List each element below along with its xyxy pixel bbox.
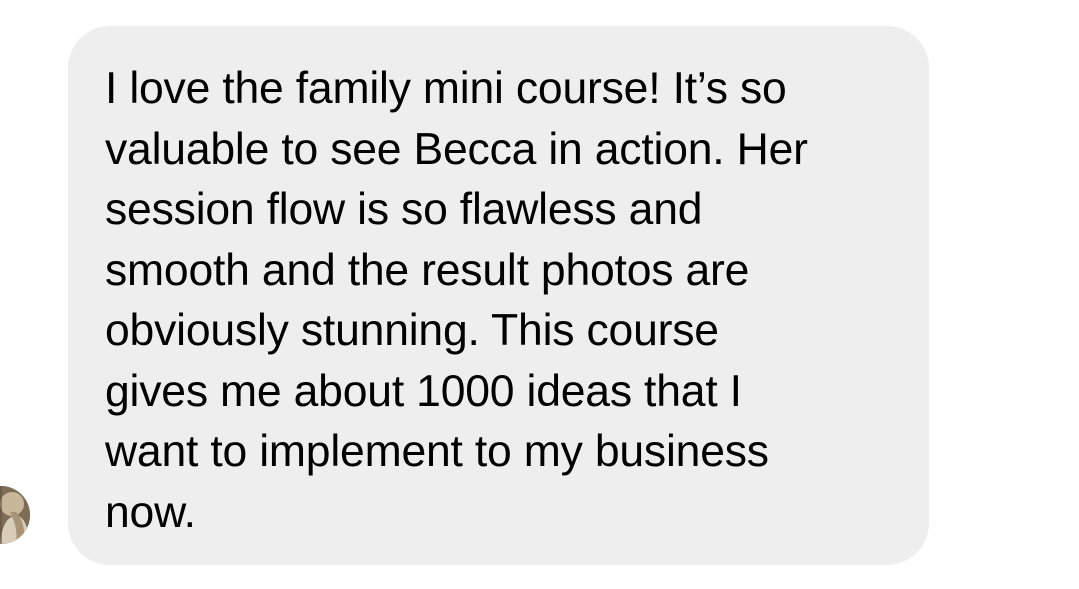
sender-avatar[interactable] <box>0 486 30 544</box>
user-avatar-icon <box>0 486 30 544</box>
message-bubble[interactable]: I love the family mini course! It’s so v… <box>68 26 929 565</box>
message-text: I love the family mini course! It’s so v… <box>105 64 808 537</box>
chat-screen: I love the family mini course! It’s so v… <box>0 0 1079 589</box>
